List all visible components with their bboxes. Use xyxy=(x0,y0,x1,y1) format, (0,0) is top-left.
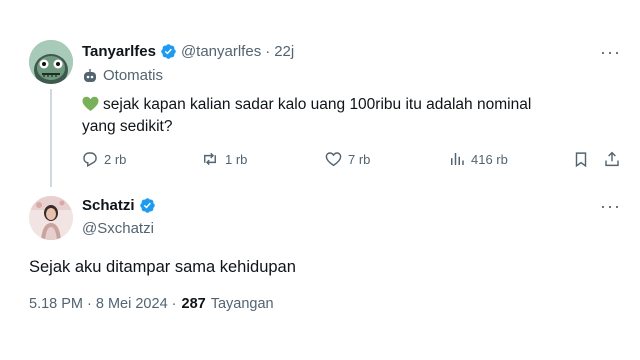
bookmark-icon[interactable] xyxy=(572,150,590,169)
views-count: 416 rb xyxy=(471,151,508,167)
reply-count: 2 rb xyxy=(104,151,127,167)
verified-badge-icon xyxy=(139,197,156,214)
tweet2-text: Sejak aku ditampar sama kehidupan xyxy=(29,258,296,276)
time-separator: · xyxy=(265,43,271,60)
tweet2-meta: 5.18 PM · 8 Mei 2024 · 287 Tayangan xyxy=(29,296,274,312)
tweet-frame: Tanyarlfes @tanyarlfes · 22j ··· Otomati… xyxy=(11,25,629,328)
view-label: Tayangan xyxy=(210,296,274,312)
share-icon[interactable] xyxy=(603,149,621,169)
views-icon xyxy=(448,150,466,168)
tweet1-text-block: sejak kapan kalian sadar kalo uang 100ri… xyxy=(82,94,552,138)
green-heart-emoji xyxy=(82,96,99,112)
more-icon[interactable]: ··· xyxy=(600,43,621,61)
handle[interactable]: @tanyarlfes xyxy=(181,43,261,60)
verified-badge-icon xyxy=(160,43,177,60)
handle[interactable]: @Sxchatzi xyxy=(82,220,154,237)
automated-label: Otomatis xyxy=(82,67,163,84)
thread-line xyxy=(50,89,52,187)
retweet-icon xyxy=(200,150,220,168)
views-button[interactable]: 416 rb xyxy=(448,150,508,168)
avatar-tanyarlfes[interactable] xyxy=(29,40,73,84)
like-icon xyxy=(324,150,343,168)
more-icon[interactable]: ··· xyxy=(600,197,621,215)
retweet-count: 1 rb xyxy=(225,151,248,167)
post-time[interactable]: 22j xyxy=(274,43,294,60)
display-name[interactable]: Schatzi xyxy=(82,197,135,214)
display-name[interactable]: Tanyarlfes xyxy=(82,43,156,60)
retweet-button[interactable]: 1 rb xyxy=(200,150,247,168)
tweet2-header: Schatzi xyxy=(82,197,156,214)
reply-button[interactable]: 2 rb xyxy=(81,150,126,168)
avatar-schatzi[interactable] xyxy=(29,196,73,240)
tweet1-text: sejak kapan kalian sadar kalo uang 100ri… xyxy=(82,96,532,135)
view-count: 287 xyxy=(181,296,206,312)
tweet1-header: Tanyarlfes @tanyarlfes · 22j xyxy=(82,43,294,60)
bot-icon xyxy=(82,68,98,84)
like-count: 7 rb xyxy=(348,151,371,167)
timestamp[interactable]: 5.18 PM · 8 Mei 2024 · xyxy=(29,296,177,312)
automated-text: Otomatis xyxy=(103,67,164,84)
like-button[interactable]: 7 rb xyxy=(324,150,370,168)
reply-icon xyxy=(81,150,99,168)
